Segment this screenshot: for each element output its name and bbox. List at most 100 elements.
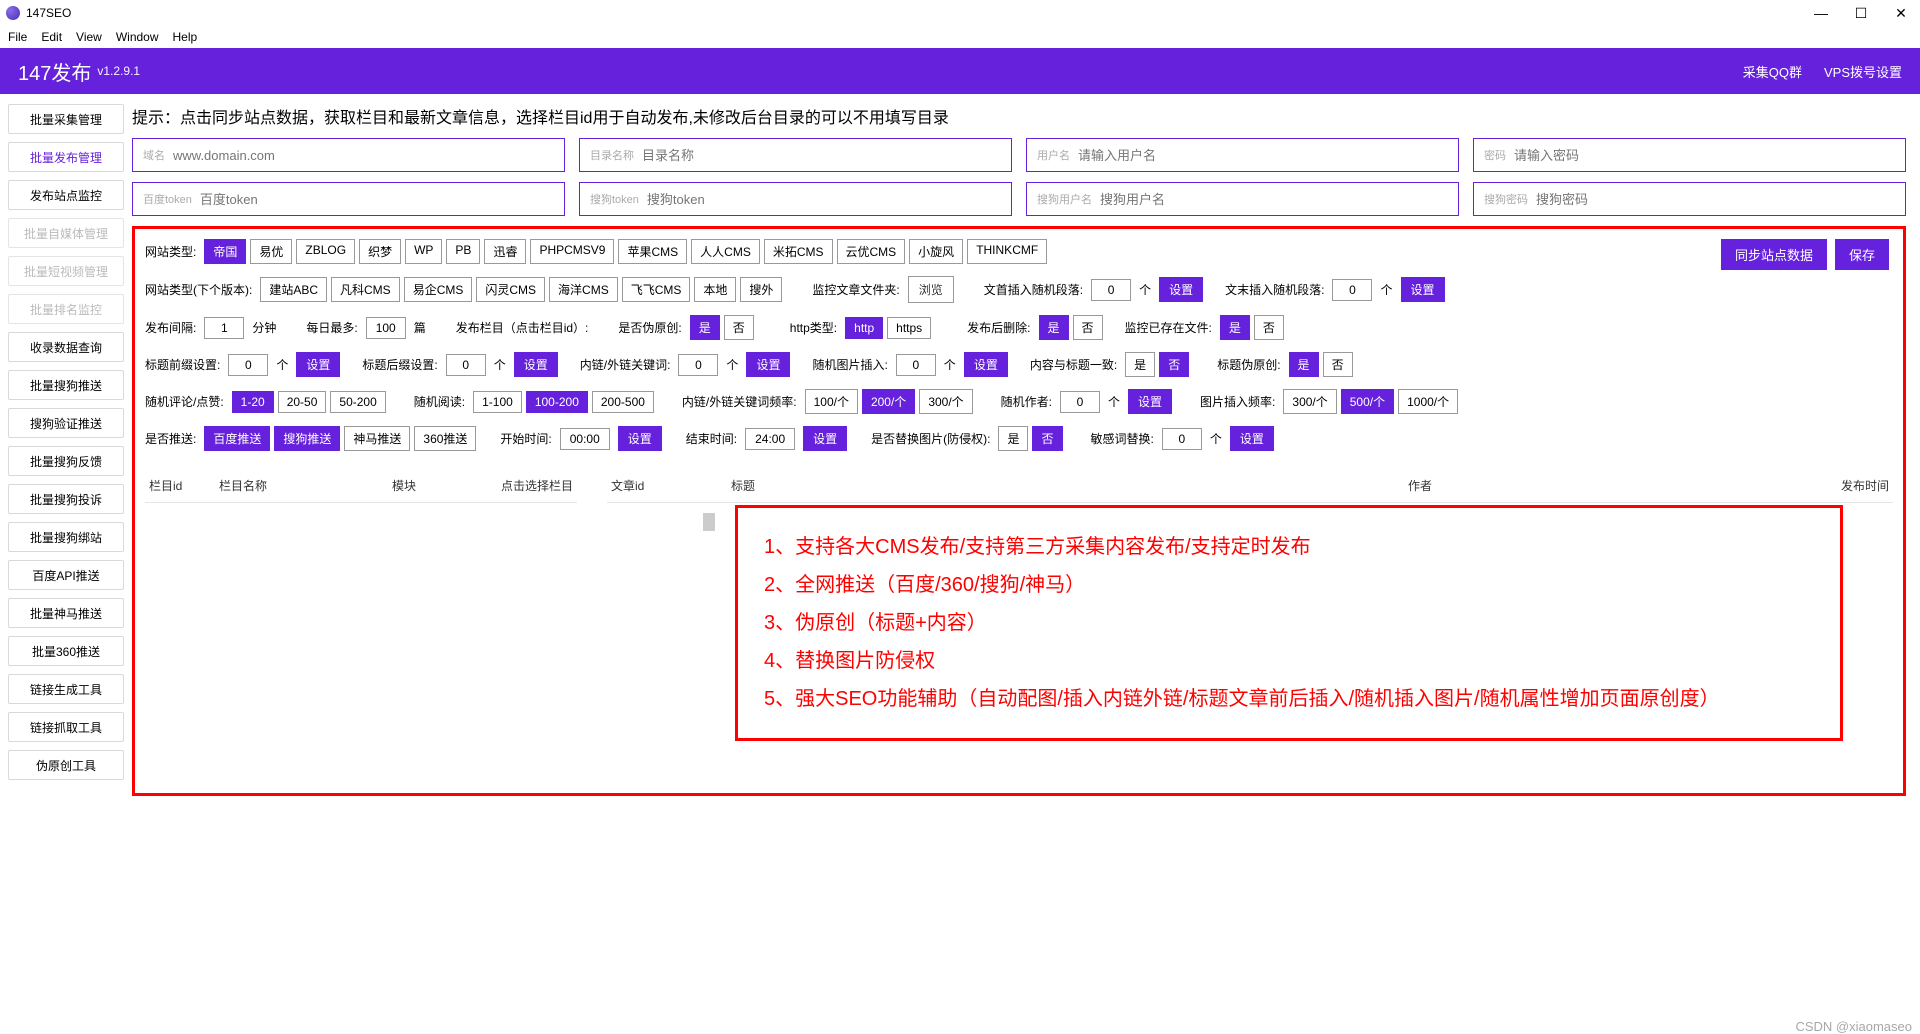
prefix-random-input[interactable]	[1091, 279, 1131, 301]
tag-option[interactable]: PHPCMSV9	[530, 239, 614, 264]
sidebar-item-8[interactable]: 搜狗验证推送	[8, 408, 124, 438]
th-pub-time[interactable]: 发布时间	[1809, 477, 1889, 494]
rand-author-set[interactable]: 设置	[1128, 389, 1172, 414]
text-input[interactable]	[1100, 192, 1448, 207]
th-title[interactable]: 标题	[731, 477, 1031, 494]
tag-option[interactable]: 搜狗推送	[274, 426, 340, 451]
th-col-id[interactable]: 栏目id	[149, 477, 219, 494]
interval-input[interactable]	[204, 317, 244, 339]
rand-author-input[interactable]	[1060, 391, 1100, 413]
tag-option[interactable]: 1000/个	[1398, 389, 1458, 414]
sidebar-item-14[interactable]: 批量360推送	[8, 636, 124, 666]
rand-img-input[interactable]	[896, 354, 936, 376]
tag-option[interactable]: 云优CMS	[837, 239, 906, 264]
title-suffix-input[interactable]	[446, 354, 486, 376]
text-input[interactable]	[647, 192, 1001, 207]
tag-option[interactable]: 闪灵CMS	[476, 277, 545, 302]
tag-option[interactable]: 织梦	[359, 239, 401, 264]
th-article-id[interactable]: 文章id	[611, 477, 731, 494]
tag-option[interactable]: 是	[1289, 352, 1319, 377]
suffix-random-input[interactable]	[1332, 279, 1372, 301]
th-select[interactable]: 点击选择栏目	[459, 477, 573, 494]
sensitive-set[interactable]: 设置	[1230, 426, 1274, 451]
prefix-set-button[interactable]: 设置	[1159, 277, 1203, 302]
menu-edit[interactable]: Edit	[41, 30, 62, 44]
end-time-input[interactable]	[745, 428, 795, 450]
sidebar-item-16[interactable]: 链接抓取工具	[8, 712, 124, 742]
tag-option[interactable]: 1-20	[232, 391, 274, 413]
text-input[interactable]	[200, 192, 554, 207]
th-col-name[interactable]: 栏目名称	[219, 477, 349, 494]
tag-option[interactable]: 是	[1125, 352, 1155, 377]
menu-file[interactable]: File	[8, 30, 27, 44]
sidebar-item-15[interactable]: 链接生成工具	[8, 674, 124, 704]
text-input[interactable]	[1078, 148, 1448, 163]
tag-option[interactable]: 建站ABC	[260, 277, 327, 302]
sidebar-item-10[interactable]: 批量搜狗投诉	[8, 484, 124, 514]
sidebar-item-7[interactable]: 批量搜狗推送	[8, 370, 124, 400]
tag-option[interactable]: 是	[998, 426, 1028, 451]
title-prefix-set[interactable]: 设置	[296, 352, 340, 377]
sensitive-input[interactable]	[1162, 428, 1202, 450]
tag-option[interactable]: PB	[446, 239, 480, 264]
save-button[interactable]: 保存	[1835, 239, 1889, 270]
rand-img-set[interactable]: 设置	[964, 352, 1008, 377]
link-vps-settings[interactable]: VPS拨号设置	[1824, 62, 1902, 81]
tag-option[interactable]: 米拓CMS	[764, 239, 833, 264]
tag-option[interactable]: 否	[1032, 426, 1062, 451]
tag-option[interactable]: 100-200	[526, 391, 588, 413]
menu-view[interactable]: View	[76, 30, 102, 44]
tag-option[interactable]: 100/个	[805, 389, 858, 414]
tag-option[interactable]: 凡科CMS	[331, 277, 400, 302]
sidebar-item-1[interactable]: 批量发布管理	[8, 142, 124, 172]
tag-option[interactable]: 易企CMS	[404, 277, 473, 302]
tag-option[interactable]: 迅睿	[484, 239, 526, 264]
end-time-set[interactable]: 设置	[803, 426, 847, 451]
sidebar-item-13[interactable]: 批量神马推送	[8, 598, 124, 628]
tag-option[interactable]: 200/个	[862, 389, 915, 414]
tag-option[interactable]: THINKCMF	[967, 239, 1047, 264]
sidebar-item-6[interactable]: 收录数据查询	[8, 332, 124, 362]
text-input[interactable]	[173, 148, 554, 163]
tag-option[interactable]: 人人CMS	[691, 239, 760, 264]
browse-button[interactable]: 浏览	[908, 276, 954, 303]
tag-option[interactable]: 小旋风	[909, 239, 963, 264]
suffix-set-button[interactable]: 设置	[1401, 277, 1445, 302]
tag-option[interactable]: ZBLOG	[296, 239, 355, 264]
tag-option[interactable]: 20-50	[278, 391, 327, 413]
tag-option[interactable]: 300/个	[919, 389, 972, 414]
text-input[interactable]	[642, 148, 1001, 163]
maximize-icon[interactable]: ☐	[1854, 6, 1868, 20]
tag-option[interactable]: 300/个	[1283, 389, 1336, 414]
th-module[interactable]: 模块	[349, 477, 459, 494]
tag-option[interactable]: 360推送	[414, 426, 476, 451]
link-qq-group[interactable]: 采集QQ群	[1743, 62, 1802, 81]
tag-option[interactable]: 苹果CMS	[618, 239, 687, 264]
tag-option[interactable]: 200-500	[592, 391, 654, 413]
tag-option[interactable]: 是	[1220, 315, 1250, 340]
tag-option[interactable]: 50-200	[330, 391, 385, 413]
tag-option[interactable]: 是	[1039, 315, 1069, 340]
text-input[interactable]	[1536, 192, 1895, 207]
tag-option[interactable]: 是	[690, 315, 720, 340]
title-suffix-set[interactable]: 设置	[514, 352, 558, 377]
menu-help[interactable]: Help	[173, 30, 198, 44]
sidebar-item-12[interactable]: 百度API推送	[8, 560, 124, 590]
close-icon[interactable]: ✕	[1894, 6, 1908, 20]
sidebar-item-9[interactable]: 批量搜狗反馈	[8, 446, 124, 476]
daily-max-input[interactable]	[366, 317, 406, 339]
tag-option[interactable]: 本地	[694, 277, 736, 302]
link-words-input[interactable]	[678, 354, 718, 376]
title-prefix-input[interactable]	[228, 354, 268, 376]
sidebar-item-0[interactable]: 批量采集管理	[8, 104, 124, 134]
tag-option[interactable]: 否	[724, 315, 754, 340]
tag-option[interactable]: 百度推送	[204, 426, 270, 451]
sidebar-item-11[interactable]: 批量搜狗绑站	[8, 522, 124, 552]
link-words-set[interactable]: 设置	[746, 352, 790, 377]
tag-option[interactable]: 飞飞CMS	[622, 277, 691, 302]
tag-option[interactable]: 1-100	[473, 391, 522, 413]
tag-option[interactable]: 海洋CMS	[549, 277, 618, 302]
start-time-set[interactable]: 设置	[618, 426, 662, 451]
sidebar-item-2[interactable]: 发布站点监控	[8, 180, 124, 210]
tag-option[interactable]: 否	[1073, 315, 1103, 340]
